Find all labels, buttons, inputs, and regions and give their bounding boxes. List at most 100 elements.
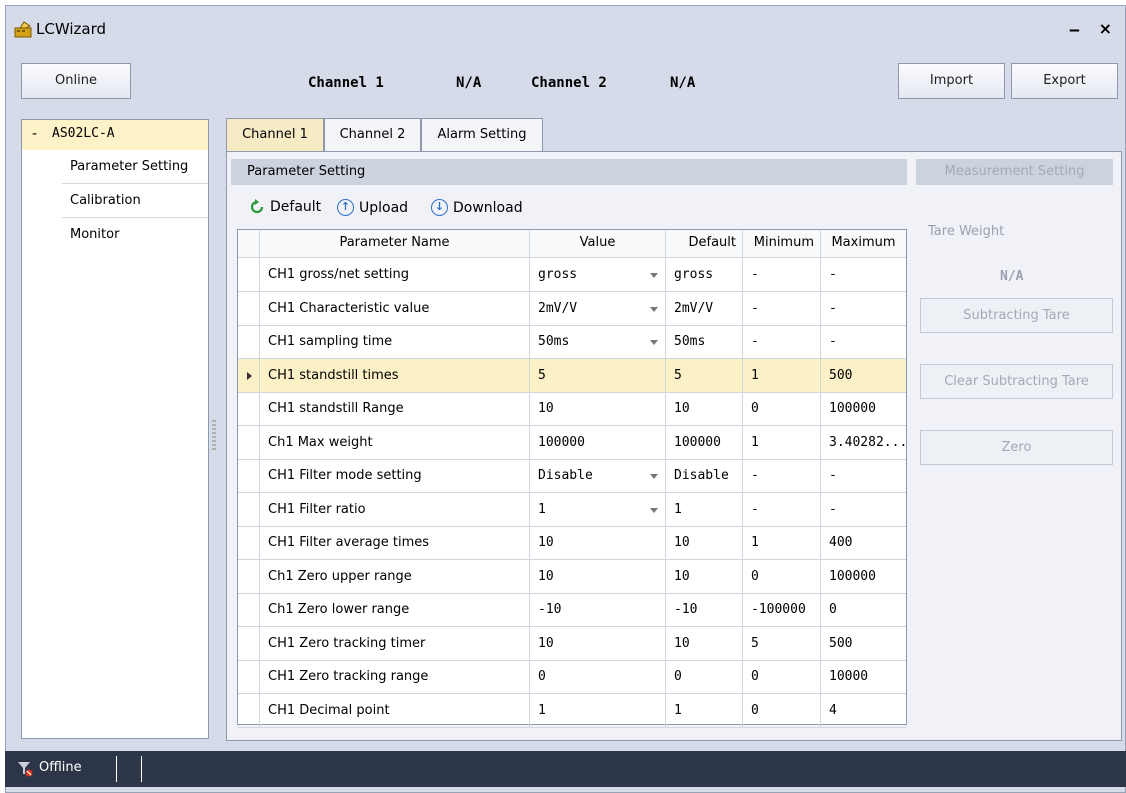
row-indicator[interactable]: [238, 593, 260, 626]
cell-value[interactable]: 1: [530, 693, 666, 727]
parameter-setting-header: Parameter Setting: [231, 159, 907, 185]
column-header-minimum[interactable]: Minimum: [743, 230, 821, 257]
cell-parameter-name-text: CH1 Zero tracking range: [268, 669, 429, 684]
table-row[interactable]: Ch1 Zero lower range -10 -10 -100000 0: [238, 593, 906, 627]
tree-item-monitor[interactable]: Monitor: [62, 219, 208, 252]
row-indicator[interactable]: [238, 526, 260, 559]
row-indicator[interactable]: [238, 258, 260, 291]
zero-button[interactable]: Zero: [920, 430, 1113, 465]
table-row[interactable]: CH1 Zero tracking range 0 0 0 10000: [238, 660, 906, 694]
tree-root-as02lc-a[interactable]: - AS02LC-A: [22, 120, 208, 150]
tab-channel-2[interactable]: Channel 2: [324, 118, 421, 151]
row-indicator[interactable]: [238, 559, 260, 593]
dropdown-arrow-icon[interactable]: [650, 474, 658, 479]
cell-value[interactable]: 0: [530, 660, 666, 693]
download-button[interactable]: ↓ Download: [431, 199, 523, 216]
cell-default-text: Disable: [674, 468, 729, 483]
cell-default-text: 1: [674, 702, 682, 718]
row-indicator[interactable]: [238, 291, 260, 325]
row-indicator[interactable]: [238, 492, 260, 526]
cell-value[interactable]: Disable: [530, 459, 666, 492]
table-row[interactable]: CH1 Filter average times 10 10 1 400: [238, 526, 906, 560]
cell-value[interactable]: -10: [530, 593, 666, 626]
cell-parameter-name: CH1 Filter average times: [260, 526, 530, 559]
cell-value[interactable]: 10: [530, 392, 666, 425]
clear-subtracting-tare-button[interactable]: Clear Subtracting Tare: [920, 364, 1113, 399]
collapse-icon[interactable]: -: [32, 126, 37, 142]
row-indicator[interactable]: [238, 626, 260, 660]
tab-alarm-setting[interactable]: Alarm Setting: [421, 118, 543, 151]
parameter-grid: Parameter Name Value Default Minimum Max…: [237, 229, 907, 728]
cell-value[interactable]: 1: [530, 492, 666, 526]
tab-channel-1[interactable]: Channel 1: [226, 118, 324, 151]
cell-default: 5: [666, 358, 743, 392]
column-header-value[interactable]: Value: [530, 230, 666, 257]
cell-value[interactable]: 5: [530, 358, 666, 392]
cell-value[interactable]: gross: [530, 258, 666, 291]
connection-status: Offline: [39, 760, 82, 775]
row-indicator[interactable]: [238, 693, 260, 727]
table-row[interactable]: CH1 Characteristic value 2mV/V 2mV/V - -: [238, 291, 906, 326]
status-separator: [141, 756, 142, 782]
import-button[interactable]: Import: [898, 63, 1005, 99]
table-row[interactable]: CH1 gross/net setting gross gross - -: [238, 258, 906, 292]
online-button[interactable]: Online: [21, 63, 131, 99]
row-indicator[interactable]: [238, 325, 260, 358]
column-header-default[interactable]: Default: [666, 230, 743, 257]
cell-default-text: 1: [674, 501, 682, 517]
cell-minimum-text: 1: [751, 434, 759, 450]
cell-maximum-text: 100000: [829, 568, 876, 584]
upload-button[interactable]: ↑ Upload: [337, 199, 408, 216]
table-row[interactable]: CH1 standstill times 5 5 1 500: [238, 358, 906, 393]
dropdown-arrow-icon[interactable]: [650, 273, 658, 278]
panel-splitter[interactable]: [212, 420, 216, 450]
row-indicator[interactable]: [238, 459, 260, 492]
cell-value[interactable]: 2mV/V: [530, 291, 666, 325]
cell-value[interactable]: 50ms: [530, 325, 666, 358]
subtracting-tare-button[interactable]: Subtracting Tare: [920, 298, 1113, 333]
cell-value[interactable]: 100000: [530, 425, 666, 459]
dropdown-arrow-icon[interactable]: [650, 306, 658, 312]
tree-item-calibration[interactable]: Calibration: [62, 185, 208, 218]
cell-maximum-text: -: [829, 300, 837, 316]
cell-default-text: 10: [674, 635, 690, 651]
minimize-button[interactable]: ‒: [1069, 20, 1080, 39]
cell-parameter-name-text: CH1 Filter average times: [268, 535, 430, 550]
table-row[interactable]: CH1 Filter mode setting Disable Disable - -: [238, 459, 906, 493]
cell-value[interactable]: 10: [530, 559, 666, 593]
cell-minimum: 0: [743, 693, 821, 727]
cell-parameter-name: Ch1 Max weight: [260, 425, 530, 459]
cell-maximum: -: [821, 258, 906, 291]
table-row[interactable]: CH1 Zero tracking timer 10 10 5 500: [238, 626, 906, 661]
cell-parameter-name-text: Ch1 Max weight: [268, 434, 373, 450]
cell-parameter-name: CH1 gross/net setting: [260, 258, 530, 291]
dropdown-arrow-icon[interactable]: [650, 507, 658, 513]
column-header-maximum[interactable]: Maximum: [821, 230, 906, 257]
column-header-parameter-name[interactable]: Parameter Name: [260, 230, 530, 257]
cell-default: 50ms: [666, 325, 743, 358]
export-button[interactable]: Export: [1011, 63, 1118, 99]
row-indicator[interactable]: [238, 425, 260, 459]
table-row[interactable]: CH1 sampling time 50ms 50ms - -: [238, 325, 906, 359]
cell-value[interactable]: 10: [530, 526, 666, 559]
row-indicator[interactable]: [238, 392, 260, 425]
row-indicator[interactable]: [238, 358, 260, 392]
row-indicator[interactable]: [238, 660, 260, 693]
cell-value-text: 10: [538, 401, 554, 416]
tree-item-parameter-setting[interactable]: Parameter Setting: [62, 151, 208, 184]
cell-value[interactable]: 10: [530, 626, 666, 660]
cell-maximum: 0: [821, 593, 906, 626]
cell-parameter-name-text: CH1 Decimal point: [268, 702, 390, 718]
table-row[interactable]: Ch1 Zero upper range 10 10 0 100000: [238, 559, 906, 594]
dropdown-arrow-icon[interactable]: [650, 340, 658, 345]
table-row[interactable]: CH1 standstill Range 10 10 0 100000: [238, 392, 906, 426]
default-button[interactable]: Default: [249, 199, 321, 215]
table-row[interactable]: CH1 Filter ratio 1 1 - -: [238, 492, 906, 527]
close-button[interactable]: ×: [1099, 19, 1112, 38]
cell-default: gross: [666, 258, 743, 291]
cell-minimum: 1: [743, 526, 821, 559]
cell-minimum: -: [743, 492, 821, 526]
table-row[interactable]: CH1 Decimal point 1 1 0 4: [238, 693, 906, 728]
table-row[interactable]: Ch1 Max weight 100000 100000 1 3.40282...: [238, 425, 906, 460]
cell-minimum-text: 1: [751, 535, 759, 550]
